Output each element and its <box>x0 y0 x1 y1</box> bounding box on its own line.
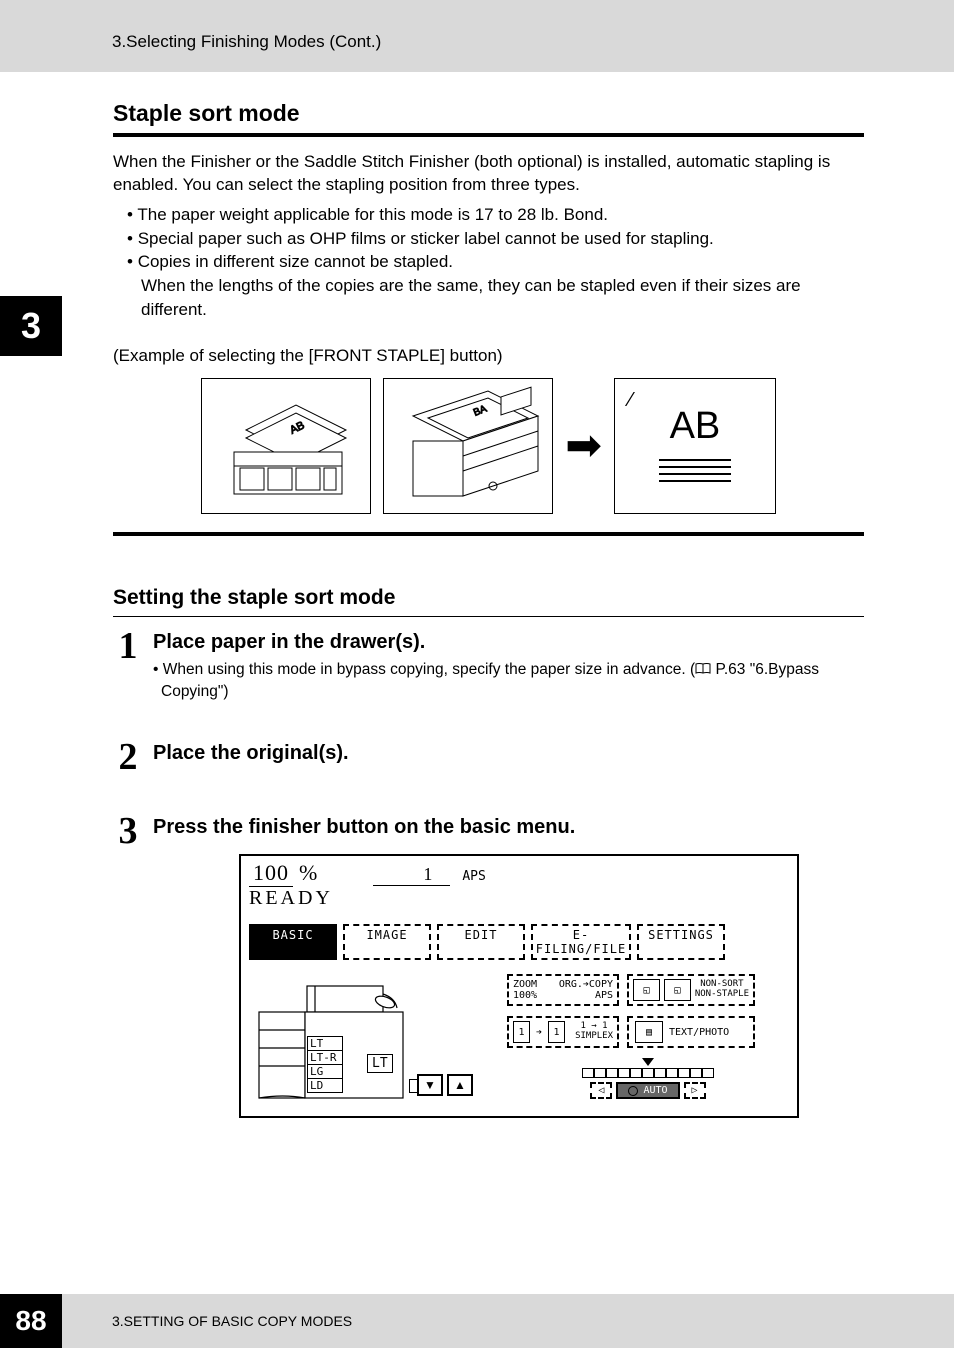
section-title: Staple sort mode <box>113 100 864 127</box>
selected-paper: LT <box>367 1054 393 1073</box>
book-icon <box>695 663 711 675</box>
document-icon: ▤ <box>635 1021 663 1043</box>
percent-sign: % <box>299 860 317 886</box>
page-number: 88 <box>0 1294 62 1348</box>
tab-efiling[interactable]: E-FILING/FILE <box>531 924 631 960</box>
step-title: Press the finisher button on the basic m… <box>153 812 864 842</box>
step-3: 3 Press the finisher button on the basic… <box>113 812 864 1118</box>
tab-image[interactable]: IMAGE <box>343 924 431 960</box>
page-icon: 1 <box>548 1021 565 1043</box>
tray-item[interactable]: LT <box>307 1036 343 1051</box>
diagram-originals: AB <box>201 378 371 514</box>
density-control: ◁ AUTO ▷ <box>507 1058 789 1099</box>
example-caption: (Example of selecting the [FRONT STAPLE]… <box>113 346 864 366</box>
step-number: 1 <box>113 627 143 665</box>
bullet-item: The paper weight applicable for this mod… <box>127 203 864 227</box>
arrow-up-button[interactable]: ▲ <box>447 1074 473 1096</box>
staple-icon: ⁄ <box>629 389 632 412</box>
page-footer: 88 3.SETTING OF BASIC COPY MODES <box>0 1294 954 1348</box>
subsection-title: Setting the staple sort mode <box>113 586 864 610</box>
bullet-item: Special paper such as OHP films or stick… <box>127 227 864 251</box>
bullet-item: Copies in different size cannot be stapl… <box>127 250 864 321</box>
paper-source-panel: LT LT-R LG LD LT ▼ ▲ <box>249 974 499 1108</box>
sort-icon: ◱ <box>633 979 660 1001</box>
auto-icon <box>628 1086 638 1096</box>
tab-row: BASIC IMAGE EDIT E-FILING/FILE SETTINGS <box>241 912 797 966</box>
page-icon: 1 <box>513 1021 530 1043</box>
section-end-rule <box>113 532 864 536</box>
copy-quantity: 1 <box>373 864 450 886</box>
bullet-list: The paper weight applicable for this mod… <box>113 203 864 322</box>
arrow-icon: ➔ <box>536 1027 542 1038</box>
density-darker-button[interactable]: ▷ <box>684 1082 706 1099</box>
finisher-button[interactable]: ◱ ◱ NON-SORT NON-STAPLE <box>627 974 755 1006</box>
staple-icon: ◱ <box>664 979 691 1001</box>
arrow-down-button[interactable]: ▼ <box>417 1074 443 1096</box>
arrow-icon: ➡ <box>565 420 602 471</box>
tab-basic[interactable]: BASIC <box>249 924 337 960</box>
section-rule <box>113 133 864 137</box>
chapter-tab: 3 <box>0 296 62 356</box>
output-lines <box>659 454 731 487</box>
indicator-icon <box>642 1058 654 1066</box>
output-label: AB <box>670 405 721 448</box>
tray-item[interactable]: LG <box>307 1064 343 1079</box>
zoom-percent: 100 <box>249 860 293 887</box>
density-auto-button[interactable]: AUTO <box>616 1082 679 1099</box>
intro-paragraph: When the Finisher or the Saddle Stitch F… <box>113 151 864 197</box>
step-title: Place paper in the drawer(s). <box>153 627 864 657</box>
tab-edit[interactable]: EDIT <box>437 924 525 960</box>
lcd-screenshot: 100 % 1 APS READY BASIC IMAGE EDIT E-FIL… <box>239 854 799 1118</box>
original-mode-button[interactable]: ▤ TEXT/PHOTO <box>627 1016 755 1048</box>
tab-settings[interactable]: SETTINGS <box>637 924 725 960</box>
step-1: 1 Place paper in the drawer(s). When usi… <box>113 627 864 702</box>
step-note: When using this mode in bypass copying, … <box>153 659 864 702</box>
duplex-button[interactable]: 1 ➔ 1 1 → 1SIMPLEX <box>507 1016 619 1048</box>
aps-label: APS <box>462 869 485 884</box>
subsection-rule <box>113 616 864 617</box>
footer-text: 3.SETTING OF BASIC COPY MODES <box>112 1313 352 1329</box>
breadcrumb-header: 3.Selecting Finishing Modes (Cont.) <box>0 0 954 72</box>
tray-item[interactable]: LT-R <box>307 1050 343 1065</box>
diagram-output: ⁄ AB <box>614 378 776 514</box>
density-lighter-button[interactable]: ◁ <box>590 1082 612 1099</box>
breadcrumb-text: 3.Selecting Finishing Modes (Cont.) <box>112 32 381 51</box>
diagram-row: AB BA <box>113 378 864 514</box>
step-number: 2 <box>113 738 143 776</box>
step-number: 3 <box>113 812 143 850</box>
density-scale <box>582 1068 714 1078</box>
step-2: 2 Place the original(s). <box>113 738 864 776</box>
step-title: Place the original(s). <box>153 738 864 768</box>
tray-list: LT LT-R LG LD <box>307 1036 343 1092</box>
zoom-button[interactable]: ZOOMORG.➔COPY 100%APS <box>507 974 619 1006</box>
tray-item[interactable]: LD <box>307 1078 343 1093</box>
diagram-copier: BA <box>383 378 553 514</box>
status-text: READY <box>249 887 789 910</box>
